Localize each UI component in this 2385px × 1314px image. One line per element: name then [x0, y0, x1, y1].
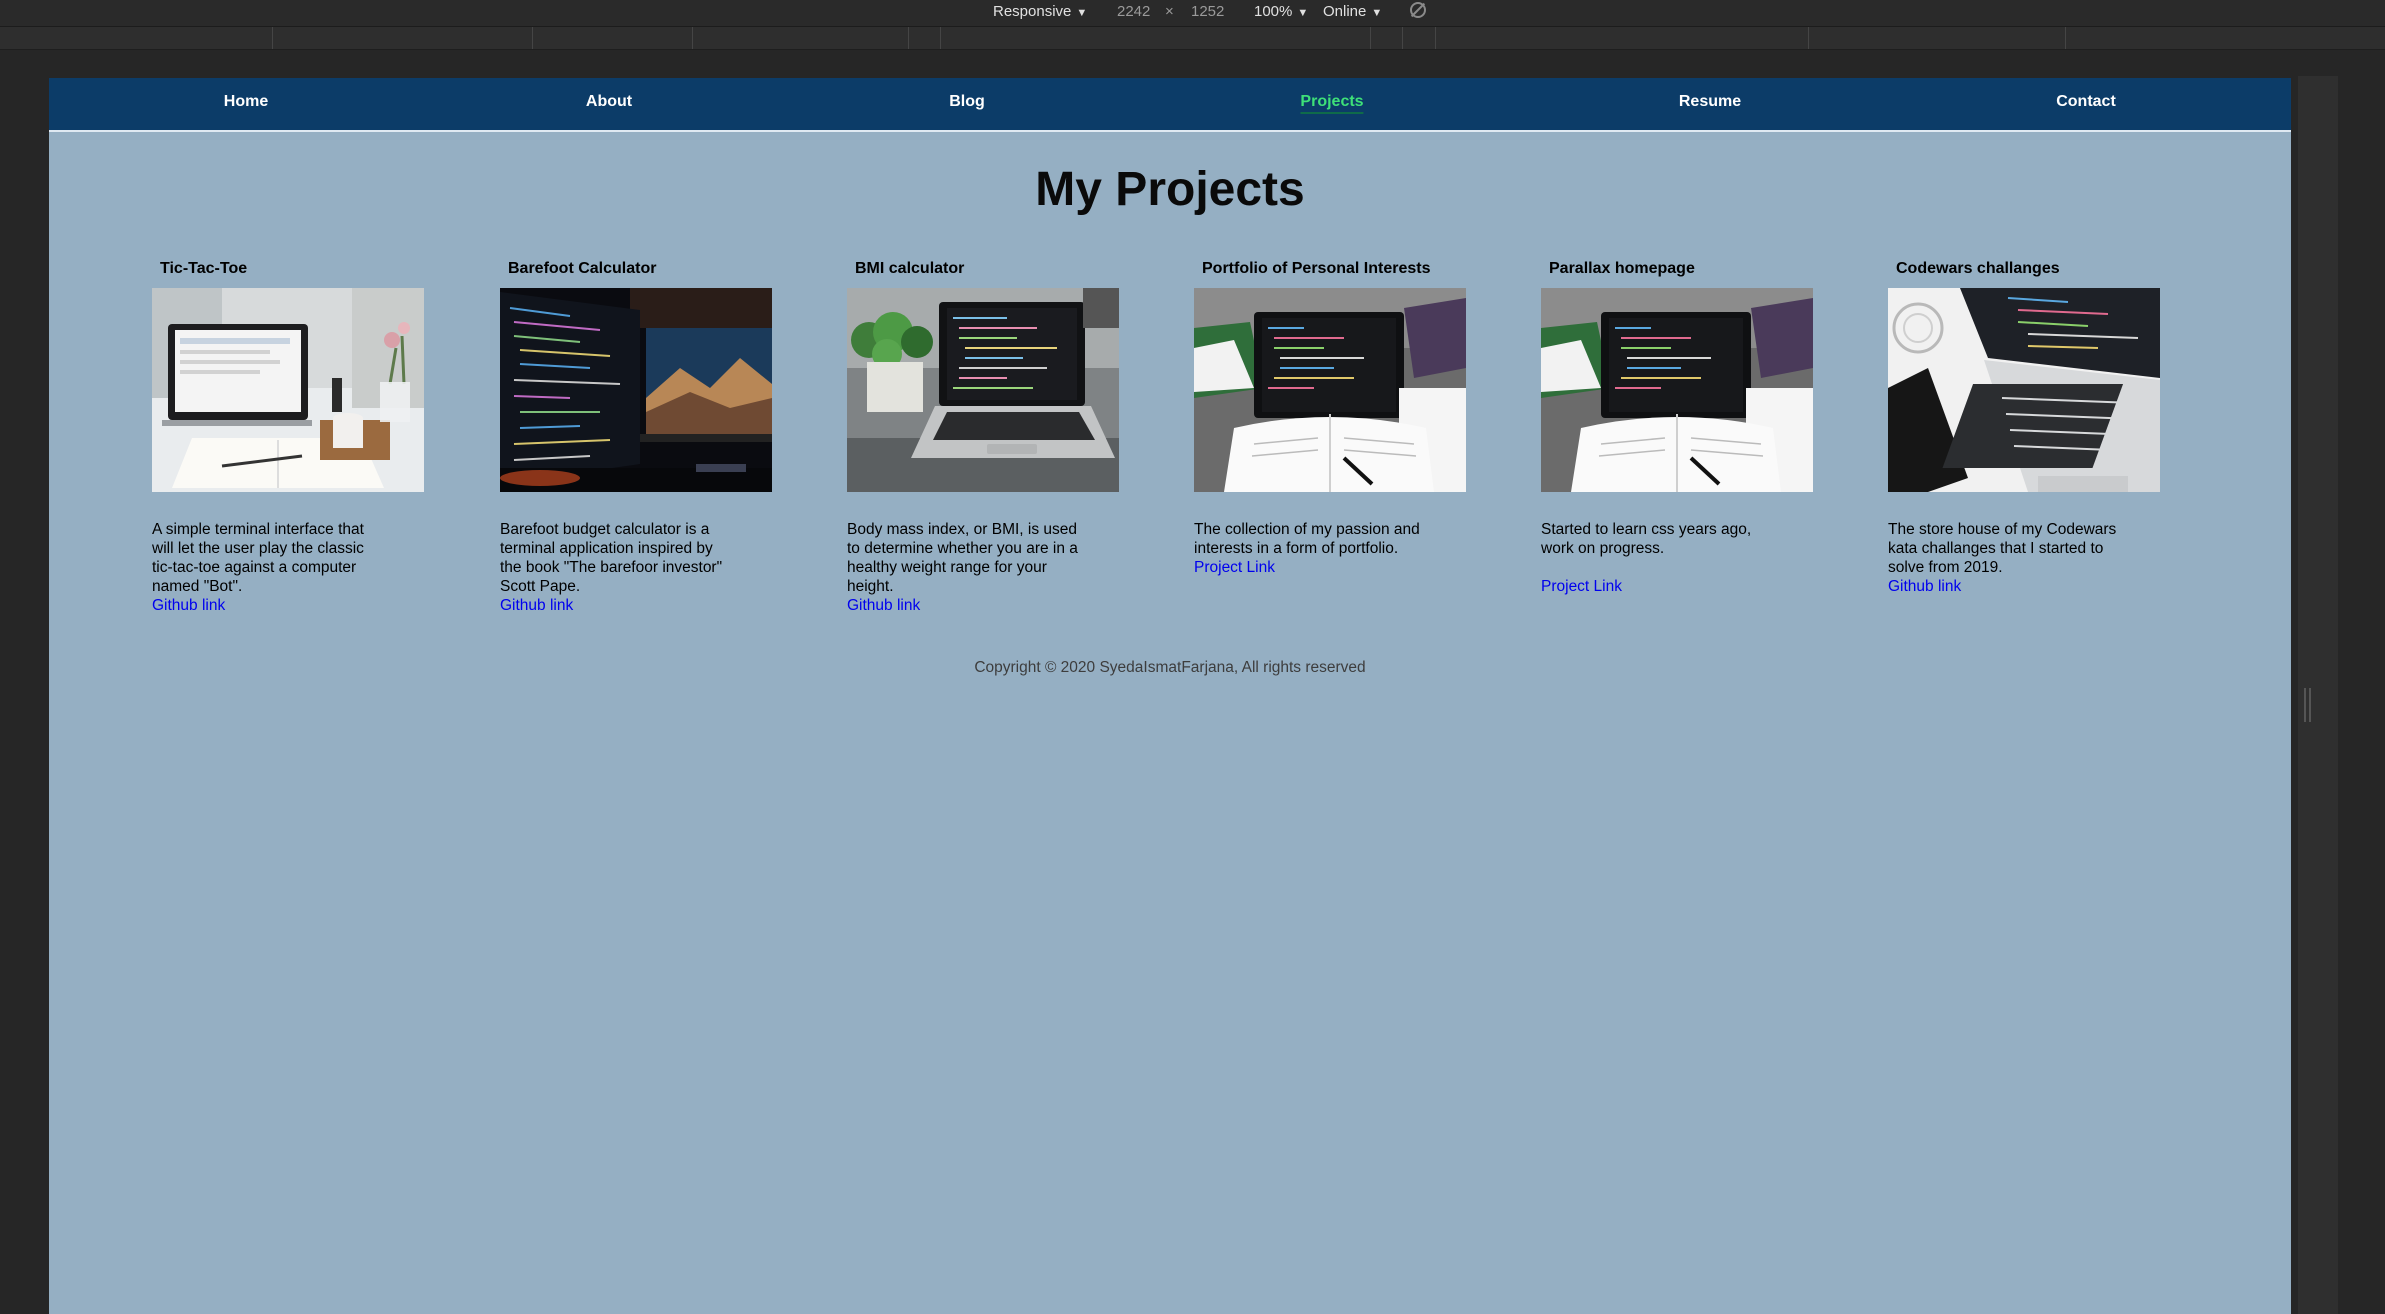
ruler-mark [532, 27, 533, 49]
project-image [500, 288, 772, 492]
ruler-mark [1370, 27, 1371, 49]
zoom-label: 100% [1254, 3, 1293, 20]
nav-about[interactable]: About [586, 93, 632, 111]
project-description-block: The store house of my Codewars kata chal… [1888, 520, 2120, 596]
project-title: Barefoot Calculator [508, 260, 657, 277]
throttling-select[interactable]: Online ▼ [1323, 3, 1382, 20]
project-description: Body mass index, or BMI, is used to dete… [847, 521, 1078, 595]
height-input[interactable]: 1252 [1191, 3, 1224, 20]
github-link[interactable]: Github link [500, 596, 732, 615]
project-image [1541, 288, 1813, 492]
nav-home[interactable]: Home [224, 93, 268, 111]
device-toolbar: Responsive ▼ 2242 × 1252 100% ▼ Online ▼ [0, 0, 2385, 27]
github-link[interactable]: Github link [847, 596, 1079, 615]
device-select[interactable]: Responsive ▼ [993, 3, 1087, 20]
media-query-bar[interactable] [0, 27, 2385, 50]
ruler-mark [940, 27, 941, 49]
project-description-block: The collection of my passion and interes… [1194, 520, 1426, 577]
project-title: Portfolio of Personal Interests [1202, 260, 1431, 277]
nav-projects[interactable]: Projects [1300, 93, 1364, 114]
resize-grip [2309, 688, 2311, 722]
rotate-icon[interactable] [1410, 2, 1426, 18]
throttling-label: Online [1323, 3, 1367, 20]
project-title: Parallax homepage [1549, 260, 1695, 277]
github-link[interactable]: Github link [152, 596, 384, 615]
page-viewport: Home About Blog Projects Resume Contact … [49, 78, 2291, 1314]
project-title: Tic-Tac-Toe [160, 260, 248, 277]
nav-blog[interactable]: Blog [949, 93, 985, 111]
project-description-block: Body mass index, or BMI, is used to dete… [847, 520, 1079, 615]
project-description-block: Barefoot budget calculator is a terminal… [500, 520, 732, 615]
project-description: The store house of my Codewars kata chal… [1888, 521, 2117, 576]
project-link[interactable]: Project Link [1541, 577, 1773, 596]
ruler-mark [1402, 27, 1403, 49]
ruler-mark [272, 27, 273, 49]
project-image [1194, 288, 1466, 492]
github-link[interactable]: Github link [1888, 577, 2120, 596]
project-image [847, 288, 1119, 492]
page-title: My Projects [1035, 163, 1305, 216]
ruler-mark [692, 27, 693, 49]
project-image [1888, 288, 2160, 492]
ruler-mark [908, 27, 909, 49]
top-navigation: Home About Blog Projects Resume Contact [49, 78, 2291, 132]
device-label: Responsive [993, 3, 1072, 20]
project-description: Barefoot budget calculator is a terminal… [500, 521, 723, 595]
project-description: Started to learn css years ago, work on … [1541, 521, 1752, 557]
dimension-separator: × [1165, 3, 1174, 20]
project-description: A simple terminal interface that will le… [152, 521, 364, 595]
nav-resume[interactable]: Resume [1679, 93, 1741, 111]
project-description: The collection of my passion and interes… [1194, 521, 1420, 557]
project-description-block: A simple terminal interface that will le… [152, 520, 384, 615]
project-title: BMI calculator [855, 260, 965, 277]
chevron-down-icon: ▼ [1297, 7, 1309, 19]
resize-grip [2304, 688, 2306, 722]
chevron-down-icon: ▼ [1076, 7, 1088, 19]
width-input[interactable]: 2242 [1117, 3, 1150, 20]
ruler-mark [2065, 27, 2066, 49]
ruler-mark [1808, 27, 1809, 49]
ruler-mark [1435, 27, 1436, 49]
project-description-block: Started to learn css years ago, work on … [1541, 520, 1773, 596]
project-link[interactable]: Project Link [1194, 558, 1426, 577]
nav-contact[interactable]: Contact [2056, 93, 2116, 111]
project-title: Codewars challanges [1896, 260, 2060, 277]
chevron-down-icon: ▼ [1371, 7, 1383, 19]
project-image [152, 288, 424, 492]
footer-copyright: Copyright © 2020 SyedaIsmatFarjana, All … [974, 659, 1366, 676]
zoom-select[interactable]: 100% ▼ [1254, 3, 1308, 20]
